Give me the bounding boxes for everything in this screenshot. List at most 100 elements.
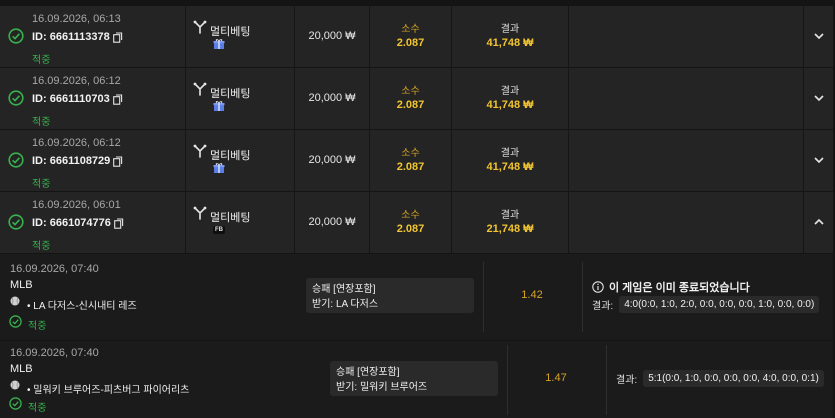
detail-odds: 1.47 [545,372,567,384]
fb-badge: FB [213,226,225,234]
expand-toggle[interactable] [804,6,833,67]
detail-league: MLB [10,279,33,291]
bet-status: 적중 [32,55,51,66]
score-value: 5:1(0:0, 1:0, 0:0, 0:0, 0:0, 4:0, 0:0, 0… [643,370,824,387]
odds-cell: 소수 2.087 [370,6,452,67]
empty-cell [569,192,804,253]
result-label: 결과 [500,24,520,35]
result-value: 21,748 ₩ [486,223,534,235]
stake-cell: 20,000 ₩ [295,6,370,67]
odds-label: 소수 [401,210,420,221]
bet-row[interactable]: 16.09.2026, 06:12 ID: 6661110703 적중 멀티베팅… [0,68,833,129]
odds-value: 2.087 [396,223,425,235]
bet-type: 멀티베팅 [210,26,251,38]
game-ended-notice: 이 게임은 이미 종료되었습니다 [592,279,750,295]
bet-row[interactable]: 16.09.2026, 06:13 ID: 6661113378 적중 멀티베팅… [0,6,833,67]
empty-cell [569,68,804,129]
gift-icon [213,163,225,173]
bet-id: ID: 6661113378 [32,31,123,43]
empty-cell [569,130,804,191]
bet-date: 16.09.2026, 06:01 [32,199,121,211]
result-cell: 결과 41,748 ₩ [452,6,569,67]
expand-toggle[interactable] [804,130,833,191]
result-label: 결과 [500,148,520,159]
result-cell: 결과 41,748 ₩ [452,130,569,191]
stake-cell: 20,000 ₩ [295,192,370,253]
stake-cell: 20,000 ₩ [295,68,370,129]
bet-id-text: ID: 6661074776 [32,217,111,229]
chevron-up-icon [814,218,824,225]
gift-icon [213,39,225,49]
market-box: 승패 [연장포함] 받기: 밀워키 브루어즈 [330,361,498,396]
bet-info-cell: 16.09.2026, 06:12 ID: 6661110703 적중 [0,68,186,129]
chevron-down-icon [814,95,824,102]
score-line: 결과: 5:1(0:0, 1:0, 0:0, 0:0, 0:0, 4:0, 0:… [616,370,824,387]
copy-icon[interactable] [113,155,123,167]
score-value: 4:0(0:0, 1:0, 2:0, 0:0, 0:0, 0:0, 1:0, 0… [619,296,820,313]
bet-status: 적중 [32,117,51,128]
bet-info-cell: 16.09.2026, 06:12 ID: 6661108729 적중 [0,130,186,191]
bet-detail: 16.09.2026, 07:40 MLB • 밀워키 브루어즈-피츠버그 파이… [0,341,833,418]
detail-event-date: 16.09.2026, 07:40 [10,347,99,359]
baseball-icon [10,296,20,306]
market-pick: 받기: LA 다저스 [312,299,379,310]
score-label: 결과: [592,301,614,312]
result-cell: 결과 21,748 ₩ [452,192,569,253]
bet-detail: 16.09.2026, 07:40 MLB • LA 다저스-신시내티 레즈 적… [0,254,833,340]
odds-value: 2.087 [396,99,425,111]
info-icon [592,281,604,293]
result-label: 결과 [500,210,520,221]
baseball-icon [10,380,20,390]
detail-odds: 1.42 [521,289,543,301]
detail-match-name: • LA 다저스-신시내티 레즈 [27,301,137,312]
bet-type: 멀티베팅 [210,150,251,162]
market-name: 승패 [연장포함] [312,284,376,295]
bet-stake: 20,000 ₩ [308,154,356,166]
copy-icon[interactable] [112,31,123,43]
expand-toggle[interactable] [804,68,833,129]
multi-bet-icon [193,206,207,220]
bet-type-cell: 멀티베팅 [186,6,295,67]
detail-match-name: • 밀워키 브루어즈-피츠버그 파이어리츠 [27,385,190,396]
bet-info-cell: 16.09.2026, 06:01 ID: 6661074776 적중 [0,192,186,253]
bet-row[interactable]: 16.09.2026, 06:12 ID: 6661108729 적중 멀티베팅… [0,130,833,191]
bet-type: 멀티베팅 [210,212,251,224]
detail-status: 적중 [28,403,47,414]
bet-type-cell: 멀티베팅 FB [186,192,295,253]
notice-text: 이 게임은 이미 종료되었습니다 [609,282,750,294]
result-cell: 결과 41,748 ₩ [452,68,569,129]
bet-stake: 20,000 ₩ [308,216,356,228]
bet-id: ID: 6661108729 [32,155,123,167]
bet-type-cell: 멀티베팅 [186,130,295,191]
score-label: 결과: [616,375,638,386]
bet-id-text: ID: 6661110703 [32,93,110,105]
bet-row[interactable]: 16.09.2026, 06:01 ID: 6661074776 적중 멀티베팅… [0,192,833,253]
result-label: 결과 [500,86,520,97]
market-box: 승패 [연장포함] 받기: LA 다저스 [306,278,474,313]
empty-cell [569,6,804,67]
bet-status: 적중 [32,179,51,190]
chevron-down-icon [814,33,824,40]
expand-toggle[interactable] [804,192,833,253]
odds-cell: 소수 2.087 [370,68,452,129]
detail-league: MLB [10,363,33,375]
bet-status: 적중 [32,241,51,252]
bet-info-cell: 16.09.2026, 06:13 ID: 6661113378 적중 [0,6,186,67]
copy-icon[interactable] [112,93,123,105]
result-value: 41,748 ₩ [486,37,534,49]
odds-label: 소수 [401,24,420,35]
bet-id-text: ID: 6661108729 [32,155,111,167]
odds-label: 소수 [401,148,420,159]
multi-bet-icon [193,82,207,96]
stake-cell: 20,000 ₩ [295,130,370,191]
bet-stake: 20,000 ₩ [308,30,356,42]
bet-id: ID: 6661110703 [32,93,123,105]
check-circle-icon [8,90,24,106]
gift-icon [213,101,225,111]
detail-event-date: 16.09.2026, 07:40 [10,263,99,275]
bet-id: ID: 6661074776 [32,217,124,229]
copy-icon[interactable] [114,217,124,229]
check-circle-icon [9,315,22,328]
multi-bet-icon [193,20,207,34]
odds-value: 2.087 [396,161,425,173]
